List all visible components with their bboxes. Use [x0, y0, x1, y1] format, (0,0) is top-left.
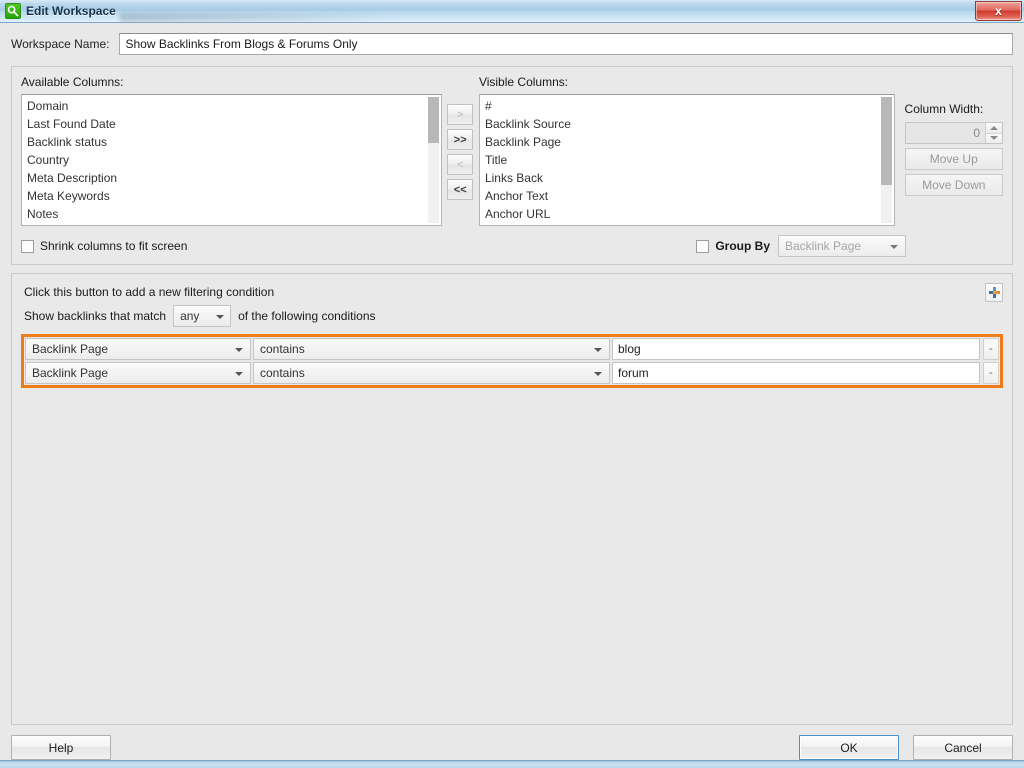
columns-options-row: Shrink columns to fit screen Group By Ba…: [21, 235, 1003, 257]
list-item[interactable]: Backlink Page: [480, 133, 894, 151]
visible-columns-block: Visible Columns: # Backlink Source Backl…: [478, 75, 895, 226]
match-prefix-label: Show backlinks that match: [24, 309, 167, 323]
list-item[interactable]: Links Back: [480, 169, 894, 187]
chevron-down-icon: [216, 315, 225, 319]
filter-hint: Click this button to add a new filtering…: [24, 285, 275, 299]
condition-operator-select[interactable]: contains: [253, 362, 610, 384]
chevron-up-icon: [990, 125, 999, 130]
transfer-buttons: > >> < <<: [442, 75, 479, 200]
visible-columns-label: Visible Columns:: [478, 75, 569, 89]
columns-panel: Available Columns: Domain Last Found Dat…: [11, 66, 1013, 265]
scrollbar-thumb[interactable]: [880, 97, 892, 185]
shrink-columns-label: Shrink columns to fit screen: [40, 239, 188, 253]
condition-row: Backlink Page contains -: [24, 337, 1000, 361]
chevron-down-icon: [235, 348, 243, 352]
list-item[interactable]: Meta Keywords: [22, 187, 441, 205]
condition-field-select[interactable]: Backlink Page: [25, 362, 251, 384]
ok-button[interactable]: OK: [799, 735, 899, 760]
condition-value-input[interactable]: [612, 362, 980, 384]
group-by-value: Backlink Page: [785, 239, 862, 253]
group-by-wrap: Group By Backlink Page: [696, 235, 906, 257]
available-columns-label: Available Columns:: [21, 75, 124, 89]
group-by-label: Group By: [715, 239, 770, 253]
list-item[interactable]: Backlink Source: [480, 115, 894, 133]
help-button[interactable]: Help: [11, 735, 111, 760]
list-item[interactable]: Backlink status: [22, 133, 441, 151]
condition-value-input[interactable]: [612, 338, 980, 360]
group-by-checkbox[interactable]: [696, 239, 710, 253]
list-item[interactable]: Anchor Text: [480, 187, 894, 205]
condition-field-select[interactable]: Backlink Page: [25, 338, 251, 360]
group-by-select[interactable]: Backlink Page: [778, 235, 906, 257]
edit-workspace-dialog: Workspace Name: Available Columns: Domai…: [0, 23, 1024, 768]
list-item[interactable]: Meta Description: [22, 169, 441, 187]
shrink-columns-checkbox[interactable]: [21, 239, 34, 253]
move-right-all-button[interactable]: >>: [447, 129, 474, 150]
move-down-button[interactable]: Move Down: [904, 174, 1004, 196]
move-up-button[interactable]: Move Up: [904, 148, 1004, 170]
chevron-down-icon: [235, 372, 243, 376]
window-controls: x: [975, 1, 1022, 21]
workspace-name-input[interactable]: [119, 33, 1013, 55]
condition-field-value: Backlink Page: [32, 366, 109, 380]
match-mode-value: any: [180, 309, 200, 323]
list-item[interactable]: Anchor URL: [480, 205, 894, 223]
move-left-all-button[interactable]: <<: [447, 179, 474, 200]
condition-operator-select[interactable]: contains: [253, 338, 610, 360]
list-item[interactable]: Notes: [22, 205, 441, 223]
column-width-label: Column Width:: [904, 102, 984, 116]
condition-field-value: Backlink Page: [32, 342, 109, 356]
list-item[interactable]: #: [480, 97, 894, 115]
magnifier-icon: [5, 3, 21, 19]
chevron-down-icon: [990, 136, 999, 141]
available-columns-block: Available Columns: Domain Last Found Dat…: [21, 75, 442, 226]
column-width-stepper[interactable]: 0: [904, 122, 1004, 144]
move-left-one-button[interactable]: <: [447, 154, 474, 175]
scrollbar-thumb[interactable]: [427, 97, 439, 143]
workspace-name-label: Workspace Name:: [11, 37, 110, 51]
condition-operator-value: contains: [260, 366, 305, 380]
add-condition-button[interactable]: [985, 283, 1003, 302]
condition-row: Backlink Page contains -: [24, 361, 1000, 385]
window-titlebar[interactable]: Edit Workspace x: [0, 0, 1024, 23]
list-item[interactable]: Country: [22, 151, 441, 169]
move-right-one-button[interactable]: >: [447, 104, 474, 125]
list-item[interactable]: Domain: [22, 97, 441, 115]
window-title: Edit Workspace: [26, 4, 116, 18]
stepper-up-button[interactable]: [986, 123, 1003, 134]
conditions-group: Backlink Page contains - Backlink Page c…: [21, 334, 1003, 388]
list-item[interactable]: Title: [480, 151, 894, 169]
available-columns-scrollbar[interactable]: [427, 97, 439, 223]
close-button[interactable]: x: [975, 1, 1022, 21]
cancel-button[interactable]: Cancel: [913, 735, 1013, 760]
remove-condition-button[interactable]: -: [983, 338, 999, 360]
column-width-value[interactable]: 0: [906, 123, 985, 143]
match-row: Show backlinks that match any of the fol…: [24, 305, 1003, 327]
stepper-down-button[interactable]: [986, 133, 1003, 143]
list-item[interactable]: Last Found Date: [22, 115, 441, 133]
workspace-name-row: Workspace Name:: [11, 33, 1013, 55]
window-bottom-edge: [0, 760, 1024, 768]
column-width-block: Column Width: 0 Move Up Move Down: [904, 75, 1004, 196]
available-columns-list[interactable]: Domain Last Found Date Backlink status C…: [21, 94, 442, 226]
dialog-footer: Help OK Cancel: [11, 725, 1013, 760]
match-suffix-label: of the following conditions: [238, 309, 376, 323]
visible-columns-scrollbar[interactable]: [880, 97, 892, 223]
plus-icon: [988, 287, 1000, 298]
filter-panel: Click this button to add a new filtering…: [11, 273, 1013, 725]
columns-grid: Available Columns: Domain Last Found Dat…: [21, 75, 1004, 226]
condition-operator-value: contains: [260, 342, 305, 356]
chevron-down-icon: [594, 372, 602, 376]
column-width-arrows: [985, 123, 1003, 143]
chevron-down-icon: [890, 245, 898, 249]
remove-condition-button[interactable]: -: [983, 362, 999, 384]
chevron-down-icon: [594, 348, 602, 352]
match-mode-select[interactable]: any: [173, 305, 232, 327]
close-icon: x: [995, 4, 1002, 18]
visible-columns-list[interactable]: # Backlink Source Backlink Page Title Li…: [478, 94, 895, 226]
